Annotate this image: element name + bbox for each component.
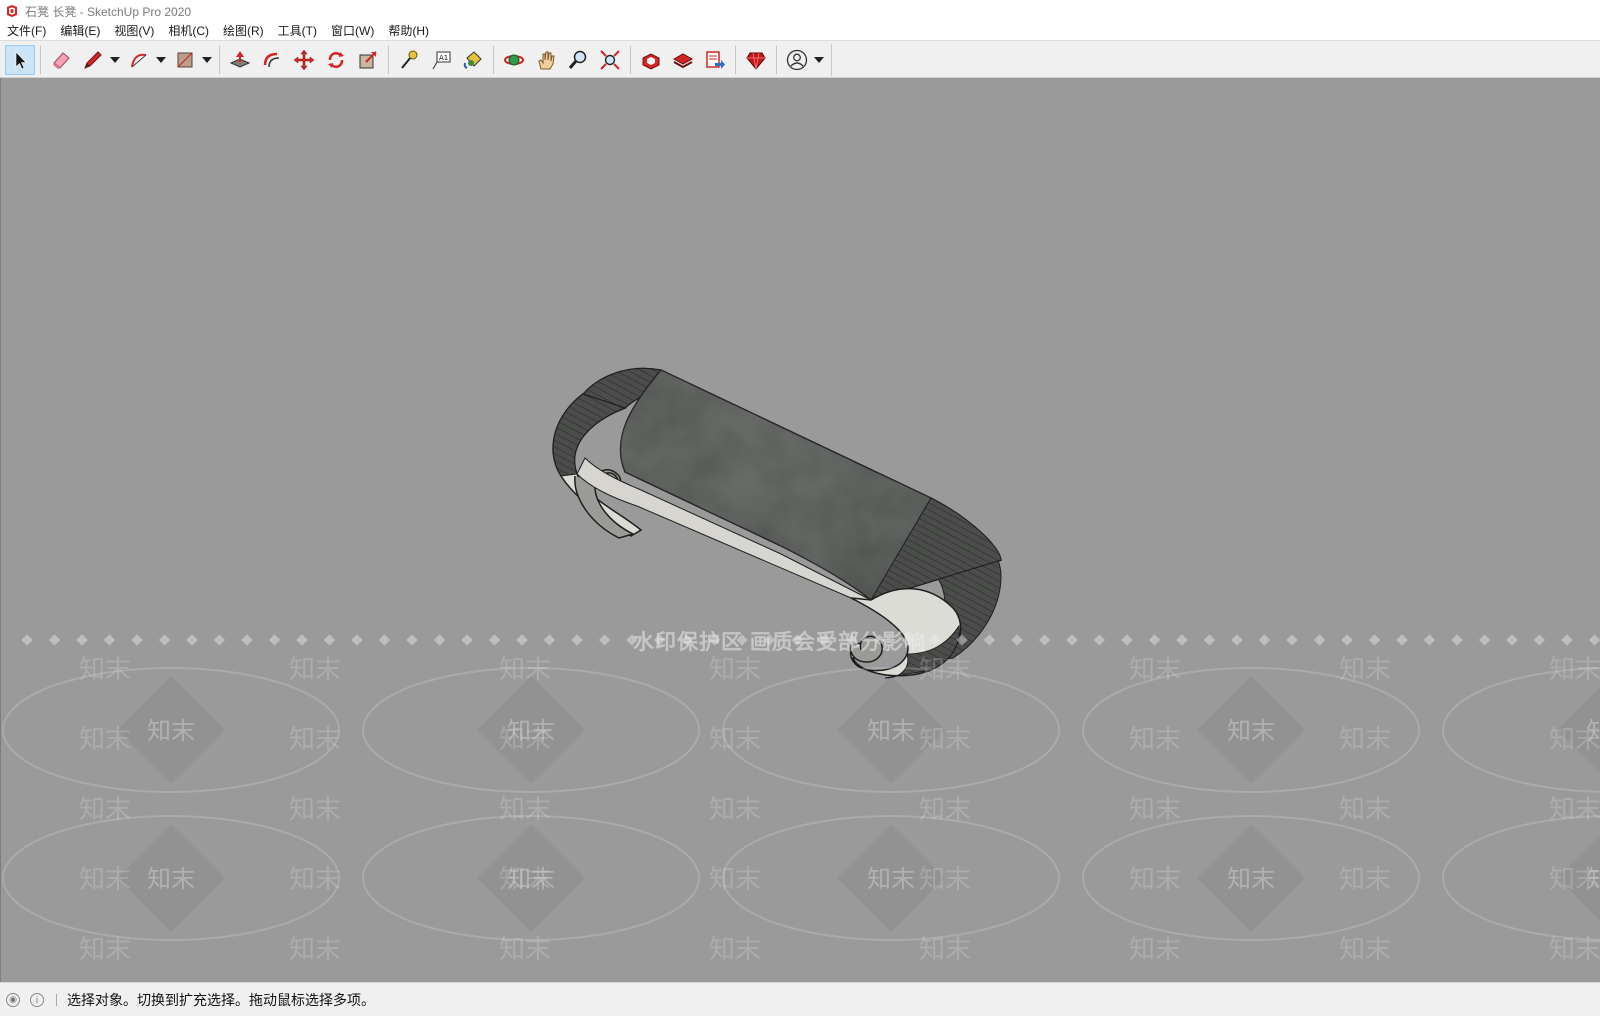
push-pull-icon: [229, 51, 251, 68]
menu-help[interactable]: 帮助(H): [381, 22, 436, 40]
select-tool-button[interactable]: [5, 45, 35, 75]
chevron-down-icon: [156, 57, 166, 63]
zoom-extents-icon: [600, 50, 620, 70]
rotate-tool-button[interactable]: [321, 45, 351, 75]
warehouse-tool-button[interactable]: [636, 45, 666, 75]
toolbar-separator: [493, 46, 494, 74]
hand-icon: [538, 51, 555, 70]
account-tool-button[interactable]: [782, 45, 812, 75]
move-tool-button[interactable]: [289, 45, 319, 75]
chevron-down-icon: [110, 57, 120, 63]
eraser-tool-button[interactable]: [46, 45, 76, 75]
layout-tool-button[interactable]: [700, 45, 730, 75]
info-icon[interactable]: i: [30, 992, 44, 1007]
user-icon: [786, 49, 808, 71]
eraser-icon: [53, 52, 70, 69]
geo-location-icon[interactable]: ◉: [6, 992, 20, 1007]
toolbar-separator: [735, 46, 736, 74]
menu-camera[interactable]: 相机(C): [161, 22, 216, 40]
arc-tool-button[interactable]: [124, 45, 154, 75]
toolbar-separator: [219, 46, 220, 74]
offset-icon: [263, 52, 280, 68]
orbit-icon: [504, 54, 524, 66]
text-icon-label: A1: [439, 54, 448, 62]
text-tool-button[interactable]: A1: [426, 45, 456, 75]
send-to-layout-icon: [706, 51, 725, 69]
menu-tools[interactable]: 工具(T): [271, 22, 324, 40]
orbit-tool-button[interactable]: [499, 45, 529, 75]
zoom-extents-tool-button[interactable]: [595, 45, 625, 75]
arc-icon: [131, 53, 147, 68]
arrow-icon: [15, 51, 27, 70]
scale-icon: [359, 51, 377, 69]
toolbar-separator: [40, 46, 41, 74]
model-viewport[interactable]: 知末 知末 知末 知末 知末 知末 知末 知末 知末 知末 知末 知末 知末 知末 知末 知末 知末 知末 知末 知末…: [0, 78, 1600, 982]
zoom-tool-button[interactable]: [563, 45, 593, 75]
ruby-console-tool-button[interactable]: [741, 45, 771, 75]
ruby-icon: [746, 52, 766, 70]
scale-tool-button[interactable]: [353, 45, 383, 75]
line-tool-dropdown[interactable]: [109, 45, 121, 75]
offset-tool-button[interactable]: [257, 45, 287, 75]
watermark-caption: 水印保护区 画质会受部分影响: [633, 631, 926, 654]
menu-bar: 文件(F) 编辑(E) 视图(V) 相机(C) 绘图(R) 工具(T) 窗口(W…: [0, 22, 1600, 40]
toolbar-separator: [630, 46, 631, 74]
menu-view[interactable]: 视图(V): [107, 22, 161, 40]
toolbar-separator: [776, 46, 777, 74]
menu-window[interactable]: 窗口(W): [324, 22, 381, 40]
pan-tool-button[interactable]: [531, 45, 561, 75]
scene-canvas[interactable]: [1, 78, 1600, 982]
main-toolbar: A1: [0, 40, 1600, 78]
menu-edit[interactable]: 编辑(E): [53, 22, 107, 40]
text-icon: A1: [432, 51, 451, 70]
pencil-icon: [84, 51, 102, 69]
warehouse-icon: [642, 53, 660, 70]
push-pull-tool-button[interactable]: [225, 45, 255, 75]
shape-tool-dropdown[interactable]: [201, 45, 213, 75]
shape-tool-button[interactable]: [170, 45, 200, 75]
paint-bucket-icon: [463, 51, 482, 69]
chevron-down-icon: [202, 57, 212, 63]
move-icon: [293, 49, 315, 71]
chevron-down-icon: [814, 57, 824, 63]
magnifier-icon: [568, 50, 587, 69]
rectangle-icon: [177, 52, 193, 68]
rotate-icon: [328, 52, 344, 68]
tape-measure-tool-button[interactable]: [394, 45, 424, 75]
window-title: 石凳 长凳 - SketchUp Pro 2020: [25, 4, 192, 19]
line-tool-button[interactable]: [78, 45, 108, 75]
title-bar: 石凳 长凳 - SketchUp Pro 2020: [0, 0, 1600, 22]
menu-file[interactable]: 文件(F): [0, 22, 53, 40]
account-dropdown[interactable]: [813, 45, 825, 75]
paint-bucket-tool-button[interactable]: [458, 45, 488, 75]
menu-draw[interactable]: 绘图(R): [216, 22, 271, 40]
sketchup-logo-icon: [7, 5, 17, 17]
status-bar: ◉ i 选择对象。切换到扩充选择。拖动鼠标选择多项。: [0, 982, 1600, 1016]
arc-tool-dropdown[interactable]: [155, 45, 167, 75]
extension-warehouse-icon: [672, 53, 694, 69]
status-divider: [56, 993, 57, 1006]
toolbar-separator: [388, 46, 389, 74]
status-message: 选择对象。切换到扩充选择。拖动鼠标选择多项。: [67, 991, 375, 1008]
extension-warehouse-tool-button[interactable]: [668, 45, 698, 75]
tape-measure-icon: [401, 50, 418, 69]
